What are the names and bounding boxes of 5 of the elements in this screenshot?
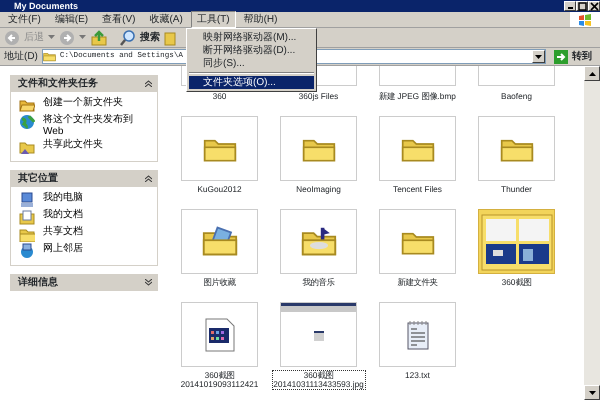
address-label: 地址(D)	[4, 50, 38, 64]
window-title: My Documents	[14, 0, 80, 12]
panel-title: 文件和文件夹任务	[18, 76, 99, 91]
panel-title: 详细信息	[18, 275, 59, 290]
panel-title: 其它位置	[18, 171, 59, 186]
